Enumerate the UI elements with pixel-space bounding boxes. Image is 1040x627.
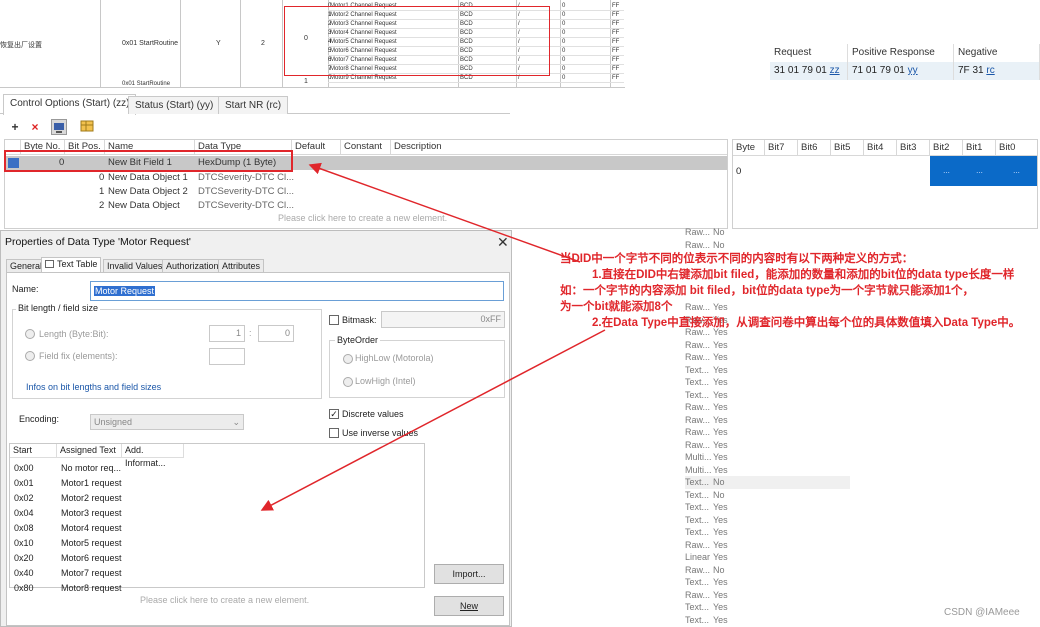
annotation-line-2: 1.直接在DID中右键添加bit filed，能添加的数量和添加的bit位的da… (592, 269, 1015, 281)
annotation-line-3: 如：一个字节的内容添加 bit filed，bit位的data type为一个字… (560, 285, 975, 297)
watermark: CSDN @IAMeee (944, 607, 1020, 618)
annotation-text: 当DID中一个字节不同的位表示不同的内容时有以下两种定义的方式： 1.直接在DI… (560, 251, 1040, 331)
annotation-line-5: 2.在Data Type中直接添加，从调查问卷中算出每个位的具体数值填入Data… (592, 317, 1021, 329)
arrow-to-bitfield (308, 162, 581, 263)
annotation-line-1: 当DID中一个字节不同的位表示不同的内容时有以下两种定义的方式： (560, 253, 914, 265)
annotation-line-4: 为一个bit就能添加8个 (560, 301, 673, 313)
arrow-to-text-table (260, 329, 606, 511)
